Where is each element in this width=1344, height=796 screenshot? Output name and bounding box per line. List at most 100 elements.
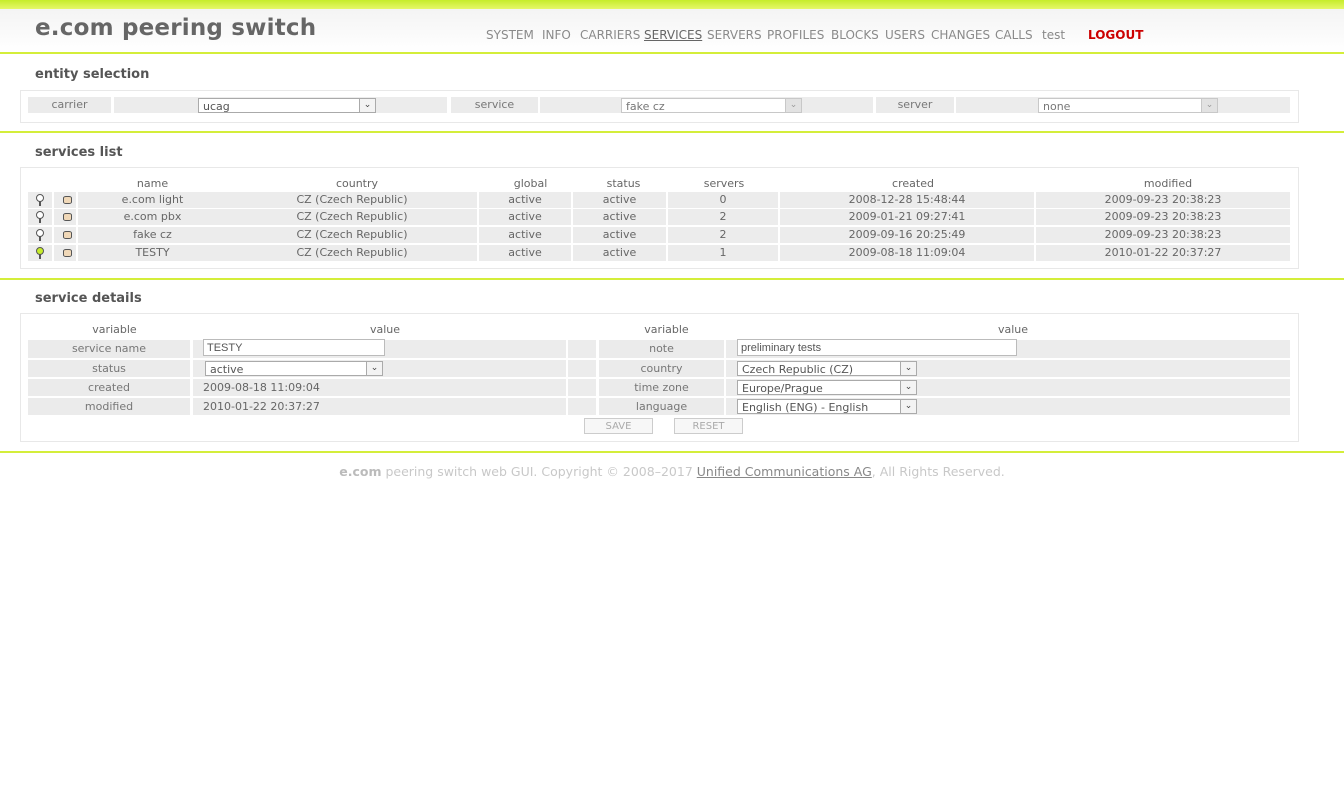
- cell-global: active: [479, 245, 571, 261]
- service-name-input[interactable]: [203, 339, 385, 356]
- lightbulb-base: [39, 218, 41, 223]
- note-input[interactable]: [737, 339, 1017, 356]
- cell-name[interactable]: TESTY: [78, 245, 227, 261]
- col-header-value: value: [997, 323, 1029, 336]
- top-accent-bar: [0, 0, 1344, 9]
- spacer-cell: [568, 360, 596, 377]
- timezone-select-value: Europe/Prague: [742, 382, 823, 395]
- cell-name[interactable]: fake cz: [78, 227, 227, 243]
- chevron-down-icon: ⌄: [785, 99, 801, 112]
- chevron-down-icon: ⌄: [900, 362, 916, 375]
- servers-icon-cell: [54, 227, 76, 243]
- nav-system[interactable]: SYSTEM: [486, 28, 534, 42]
- note-label: note: [599, 340, 724, 358]
- cell-created: 2009-09-16 20:25:49: [780, 227, 1034, 243]
- spacer-cell: [568, 340, 596, 358]
- status-select-value: active: [210, 363, 244, 376]
- services-list-title: services list: [35, 145, 123, 160]
- cell-status: active: [573, 209, 666, 225]
- created-value: 2009-08-18 11:09:04: [193, 379, 566, 396]
- cell-created: 2009-01-21 09:27:41: [780, 209, 1034, 225]
- nav-profiles[interactable]: PROFILES: [767, 28, 824, 42]
- cell-status: active: [573, 192, 666, 208]
- reset-button[interactable]: RESET: [674, 418, 743, 434]
- col-header-servers: servers: [703, 177, 745, 190]
- nav-calls[interactable]: CALLS: [995, 28, 1033, 42]
- app-title: e.com peering switch: [35, 15, 317, 41]
- cell-created: 2009-08-18 11:09:04: [780, 245, 1034, 261]
- nav-carriers[interactable]: CARRIERS: [580, 28, 640, 42]
- carrier-label: carrier: [28, 97, 111, 113]
- cell-modified: 2009-09-23 20:38:23: [1036, 192, 1290, 208]
- nav-servers[interactable]: SERVERS: [707, 28, 762, 42]
- save-button[interactable]: SAVE: [584, 418, 653, 434]
- cell-status: active: [573, 227, 666, 243]
- status-label: status: [28, 360, 190, 377]
- cell-global: active: [479, 227, 571, 243]
- country-label: country: [599, 360, 724, 377]
- country-select-value: Czech Republic (CZ): [742, 363, 854, 376]
- database-icon[interactable]: [63, 196, 72, 204]
- database-icon[interactable]: [63, 213, 72, 221]
- cell-name[interactable]: e.com pbx: [78, 209, 227, 225]
- service-label: service: [451, 97, 538, 113]
- services-list-panel: name country global status servers creat…: [20, 167, 1299, 269]
- servers-icon-cell: [54, 209, 76, 225]
- status-select[interactable]: active ⌄: [205, 361, 383, 376]
- status-bulb-cell: [28, 192, 52, 208]
- footer-link[interactable]: Unified Communications AG: [697, 464, 872, 479]
- database-icon[interactable]: [63, 249, 72, 257]
- cell-name[interactable]: e.com light: [78, 192, 227, 208]
- chevron-down-icon: ⌄: [1201, 99, 1217, 112]
- server-label: server: [876, 97, 954, 113]
- cell-modified: 2010-01-22 20:37:27: [1036, 245, 1290, 261]
- server-select-value: none: [1043, 100, 1071, 113]
- chevron-down-icon: ⌄: [366, 362, 382, 375]
- cell-country: CZ (Czech Republic): [227, 227, 477, 243]
- nav-user[interactable]: test: [1042, 28, 1065, 42]
- footer-brand: e.com: [339, 464, 382, 479]
- spacer-cell: [568, 398, 596, 415]
- col-header-value: value: [369, 323, 401, 336]
- lightbulb-base: [39, 254, 41, 259]
- nav-info[interactable]: INFO: [542, 28, 571, 42]
- timezone-select[interactable]: Europe/Prague ⌄: [737, 380, 917, 395]
- spacer-cell: [568, 379, 596, 396]
- chevron-down-icon: ⌄: [359, 99, 375, 112]
- chevron-down-icon: ⌄: [900, 381, 916, 394]
- nav-users[interactable]: USERS: [885, 28, 925, 42]
- footer: e.com peering switch web GUI. Copyright …: [0, 464, 1344, 479]
- nav-changes[interactable]: CHANGES: [931, 28, 990, 42]
- col-header-status: status: [606, 177, 641, 190]
- cell-servers: 2: [668, 209, 778, 225]
- server-select[interactable]: none ⌄: [1038, 98, 1218, 113]
- nav-logout[interactable]: LOGOUT: [1088, 28, 1143, 42]
- status-bulb-cell: [28, 227, 52, 243]
- col-header-modified: modified: [1143, 177, 1193, 190]
- nav-blocks[interactable]: BLOCKS: [831, 28, 879, 42]
- col-header-country: country: [335, 177, 379, 190]
- servers-icon-cell: [54, 245, 76, 261]
- service-select[interactable]: fake cz ⌄: [621, 98, 802, 113]
- footer-tail: , All Rights Reserved.: [871, 464, 1005, 479]
- col-header-created: created: [892, 177, 934, 190]
- nav-services[interactable]: SERVICES: [644, 28, 702, 42]
- cell-status: active: [573, 245, 666, 261]
- country-select[interactable]: Czech Republic (CZ) ⌄: [737, 361, 917, 376]
- chevron-down-icon: ⌄: [900, 400, 916, 413]
- language-select[interactable]: English (ENG) - English ⌄: [737, 399, 917, 414]
- status-bulb-cell: [28, 209, 52, 225]
- cell-modified: 2009-09-23 20:38:23: [1036, 227, 1290, 243]
- language-label: language: [599, 398, 724, 415]
- carrier-select-value: ucag: [203, 100, 230, 113]
- servers-icon-cell: [54, 192, 76, 208]
- footer-text: peering switch web GUI. Copyright © 2008…: [381, 464, 697, 479]
- cell-country: CZ (Czech Republic): [227, 245, 477, 261]
- created-label: created: [28, 379, 190, 396]
- cell-country: CZ (Czech Republic): [227, 209, 477, 225]
- database-icon[interactable]: [63, 231, 72, 239]
- service-name-label: service name: [28, 340, 190, 358]
- cell-global: active: [479, 209, 571, 225]
- carrier-select[interactable]: ucag ⌄: [198, 98, 376, 113]
- cell-servers: 0: [668, 192, 778, 208]
